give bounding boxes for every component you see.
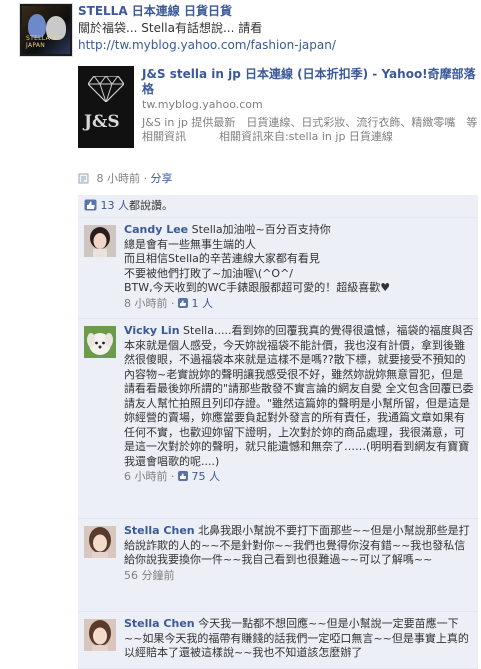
comment-author-link[interactable]: Stella Chen [124,524,195,537]
share-link[interactable]: 分享 [151,172,173,185]
post-timestamp[interactable]: 8 小時前 [97,172,141,185]
comment-author-link[interactable]: Vicky Lin [124,324,180,337]
comment-text: Stella.....看到妳的回覆我真的覺得很遺憾，福袋的福度與否本來就是個人感… [124,324,474,468]
commenter-avatar[interactable] [84,326,116,358]
preview-title-link[interactable]: J&S stella in jp 日本連線 (日本折扣季) - Yahoo!奇摩… [142,67,478,97]
comment-timestamp[interactable]: 8 小時前 [124,297,168,310]
avatar-photo [84,619,116,651]
post-meta: 8 小時前 · 分享 [78,172,173,186]
likes-bar: 13 人都說讚。 [78,195,478,218]
likes-suffix: 都說讚。 [129,199,173,212]
avatar-caption: STELLA IN JAPAN [26,35,60,49]
preview-thumbnail[interactable]: J&S [78,66,134,148]
comment-meta: 56 分鐘前 [124,569,474,584]
comment-like-count[interactable]: 1 人 [192,297,214,310]
comment-item: Candy Lee Stella加油啦~百分百支持你 總是會有一些無事生端的人 … [78,218,478,319]
comment-author-link[interactable]: Stella Chen [124,617,195,630]
preview-domain: tw.myblog.yahoo.com [142,98,263,111]
post-author-link[interactable]: STELLA 日本連線 日貨日貨 [78,3,478,20]
avatar-image: STELLA IN JAPAN [22,6,70,54]
comment-like-count[interactable]: 75 人 [192,470,221,483]
comment-timestamp[interactable]: 56 分鐘前 [124,569,175,582]
commenter-avatar[interactable] [84,619,116,651]
thumbs-up-icon [178,297,188,308]
comment-meta: 8 小時前 · 1 人 [124,296,214,310]
preview-description: J&S in jp 提供最新 日貨連線、日式彩妝、流行衣飾、精緻零嘴 等相關資訊… [142,116,478,143]
avatar-photo [84,225,116,257]
comment-meta: 6 小時前 · 75 人 [124,470,221,483]
meta-separator: · [143,172,148,185]
page-avatar[interactable]: STELLA IN JAPAN [19,3,73,57]
post-url-link[interactable]: http://tw.myblog.yahoo.com/fashion-japan… [78,37,478,54]
commenter-avatar[interactable] [84,526,116,558]
commenter-avatar[interactable] [84,225,116,257]
likes-count-link[interactable]: 13 人 [101,199,130,212]
link-preview[interactable]: J&S J&S stella in jp 日本連線 (日本折扣季) - Yaho… [78,66,478,166]
thumbs-up-icon [178,471,188,481]
post-message: 關於福袋... Stella有話想說... 請看 [78,21,263,35]
avatar-photo [84,326,116,358]
avatar-photo [84,526,116,558]
post-body: STELLA 日本連線 日貨日貨 關於福袋... Stella有話想說... 請… [78,3,478,54]
comment-timestamp[interactable]: 6 小時前 [124,470,168,483]
preview-text: J&S stella in jp 日本連線 (日本折扣季) - Yahoo!奇摩… [142,67,478,144]
comment-item: Stella Chen 今天我一點都不想回應~~但是小幫說一定要苗應一下~~如果… [78,612,478,669]
diamond-icon [88,76,124,102]
link-post-icon [78,173,89,184]
comment-item: Stella Chen 北鼻我跟小幫說不要打下面那些~~但是小幫說那些是打給說詐… [78,519,478,612]
comment-item: Vicky Lin Stella.....看到妳的回覆我真的覺得很遺憾，福袋的福… [78,319,478,519]
preview-logo-text: J&S [84,112,120,132]
comment-author-link[interactable]: Candy Lee [124,223,188,236]
thumbs-up-icon [84,199,97,211]
